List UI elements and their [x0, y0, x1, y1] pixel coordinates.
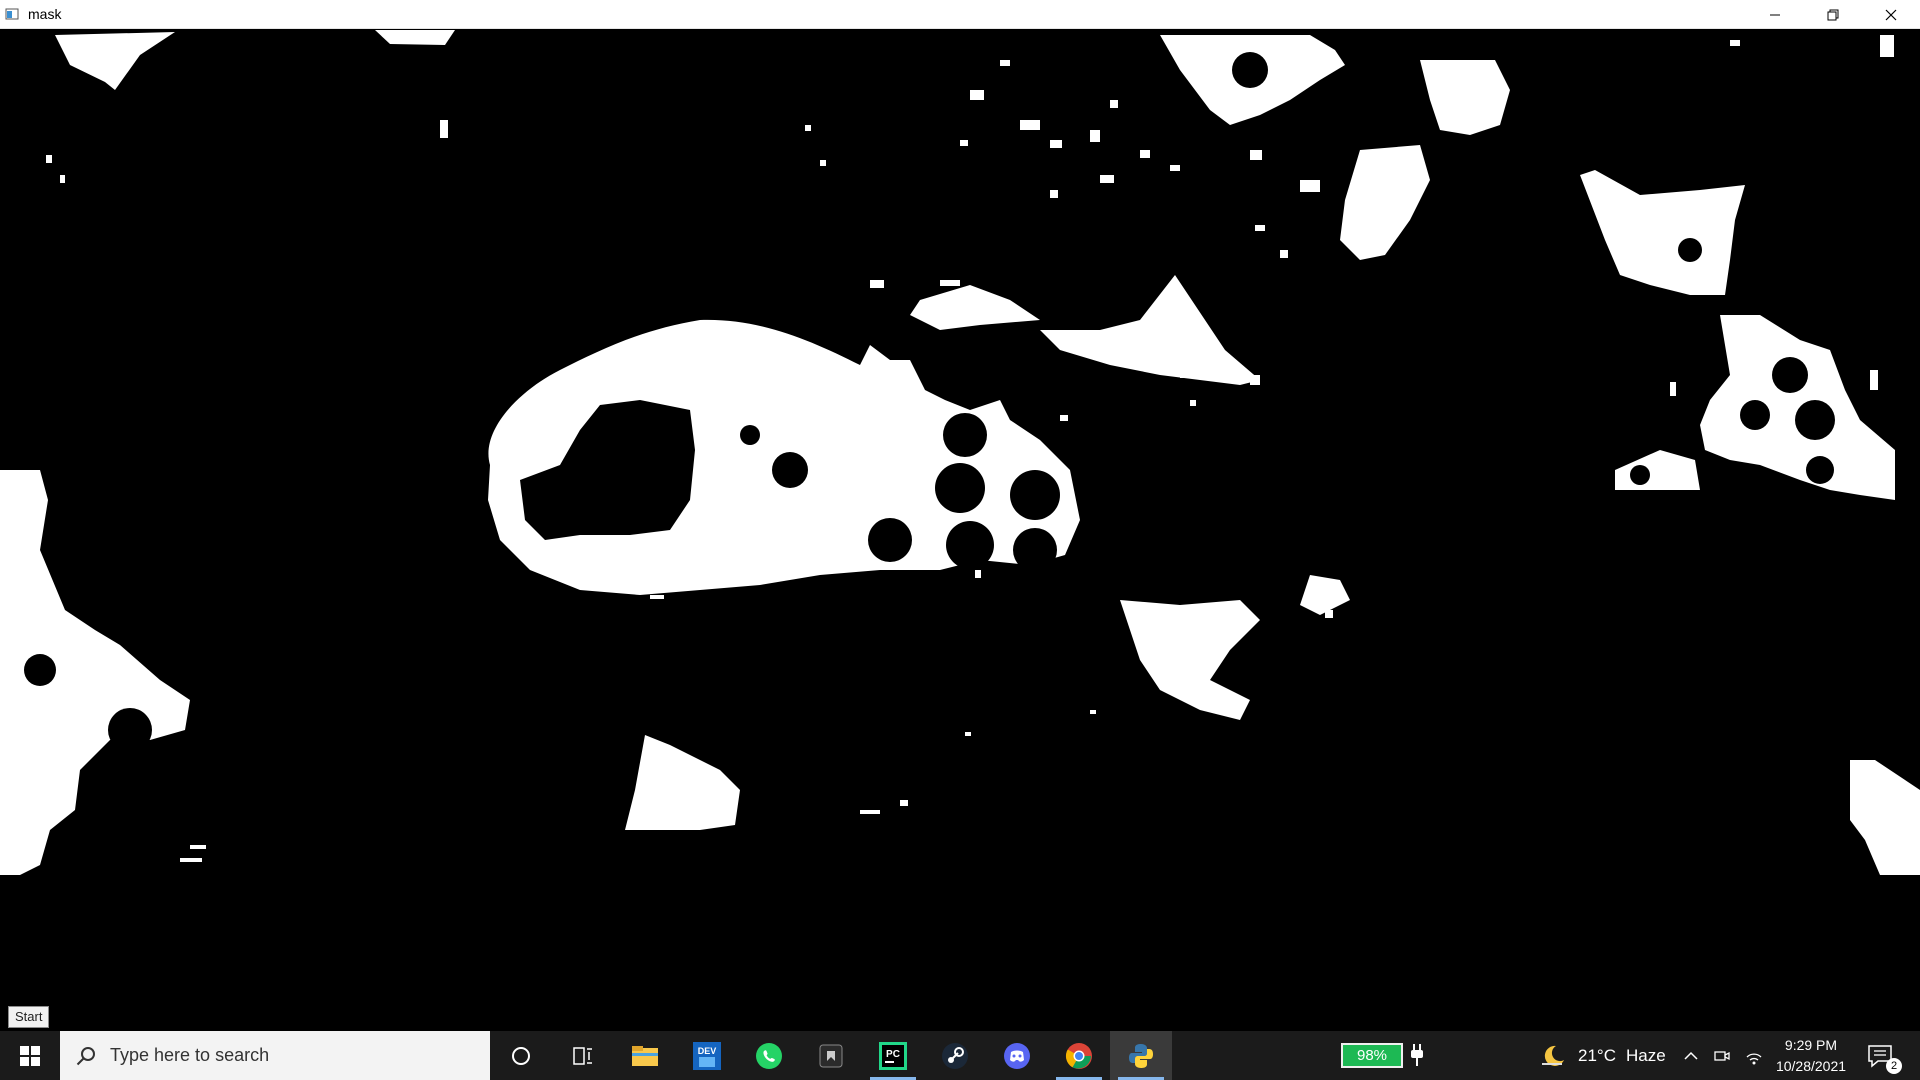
clock-time: 9:29 PM — [1784, 1037, 1838, 1053]
search-box[interactable]: Type here to search — [60, 1031, 490, 1080]
task-view-button[interactable] — [552, 1031, 614, 1080]
cortana-icon — [512, 1046, 530, 1065]
discord-icon — [1004, 1042, 1030, 1069]
cortana-button[interactable] — [490, 1031, 552, 1080]
chrome-icon — [1065, 1042, 1092, 1069]
file-explorer-icon — [632, 1045, 658, 1066]
start-button[interactable] — [0, 1031, 60, 1080]
battery-indicator[interactable]: 98% — [1341, 1043, 1403, 1068]
chrome-button[interactable] — [1048, 1031, 1110, 1080]
dev-c-icon: DEV — [693, 1041, 721, 1070]
app-icon — [819, 1044, 843, 1067]
svg-text:PC: PC — [886, 1049, 900, 1060]
notification-count-badge: 2 — [1886, 1058, 1902, 1074]
close-icon — [1885, 9, 1897, 20]
minimize-icon — [1770, 14, 1780, 15]
svg-text:DEV: DEV — [698, 1046, 717, 1056]
restore-button[interactable] — [1804, 0, 1862, 29]
moon-haze-icon — [1542, 1045, 1564, 1066]
discord-button[interactable] — [986, 1031, 1048, 1080]
start-tooltip: Start — [8, 1006, 50, 1028]
weather-temp: 21°C — [1578, 1045, 1616, 1065]
window-title: mask — [28, 6, 62, 22]
windows-logo-icon — [20, 1045, 40, 1066]
system-clock[interactable]: 9:29 PM 10/28/2021 — [1770, 1035, 1852, 1077]
power-plug-icon — [1411, 1044, 1423, 1066]
minimize-button[interactable] — [1746, 0, 1804, 29]
pycharm-icon: PC — [879, 1041, 907, 1070]
clock-date: 10/28/2021 — [1775, 1058, 1847, 1074]
steam-button[interactable] — [924, 1031, 986, 1080]
whatsapp-icon — [756, 1042, 782, 1069]
file-explorer-button[interactable] — [614, 1031, 676, 1080]
mask-image-canvas — [0, 30, 1920, 1031]
taskbar: Type here to search DEV PC 98% 21°C Haze — [0, 1031, 1920, 1080]
window-app-icon — [4, 6, 20, 22]
pycharm-button[interactable]: PC — [862, 1031, 924, 1080]
title-bar[interactable]: mask — [0, 0, 1920, 29]
search-placeholder: Type here to search — [110, 1045, 270, 1065]
mask-window: mask Start — [0, 0, 1920, 1031]
meet-now-icon[interactable] — [1713, 1047, 1731, 1065]
wifi-icon[interactable] — [1745, 1047, 1763, 1065]
chevron-up-icon[interactable] — [1683, 1048, 1699, 1064]
python-icon — [1129, 1043, 1153, 1068]
system-tray — [1683, 1031, 1763, 1080]
weather-widget[interactable]: 21°C Haze — [1540, 1031, 1666, 1080]
generic-app-button[interactable] — [800, 1031, 862, 1080]
task-view-icon — [573, 1046, 592, 1065]
weather-condition: Haze — [1625, 1045, 1666, 1065]
dev-cpp-button[interactable]: DEV — [676, 1031, 738, 1080]
close-button[interactable] — [1862, 0, 1920, 29]
steam-icon — [942, 1042, 968, 1069]
search-icon — [76, 1046, 95, 1065]
restore-icon — [1827, 9, 1839, 20]
whatsapp-button[interactable] — [738, 1031, 800, 1080]
python-button[interactable] — [1110, 1031, 1172, 1080]
binary-mask-image — [0, 30, 1920, 1031]
